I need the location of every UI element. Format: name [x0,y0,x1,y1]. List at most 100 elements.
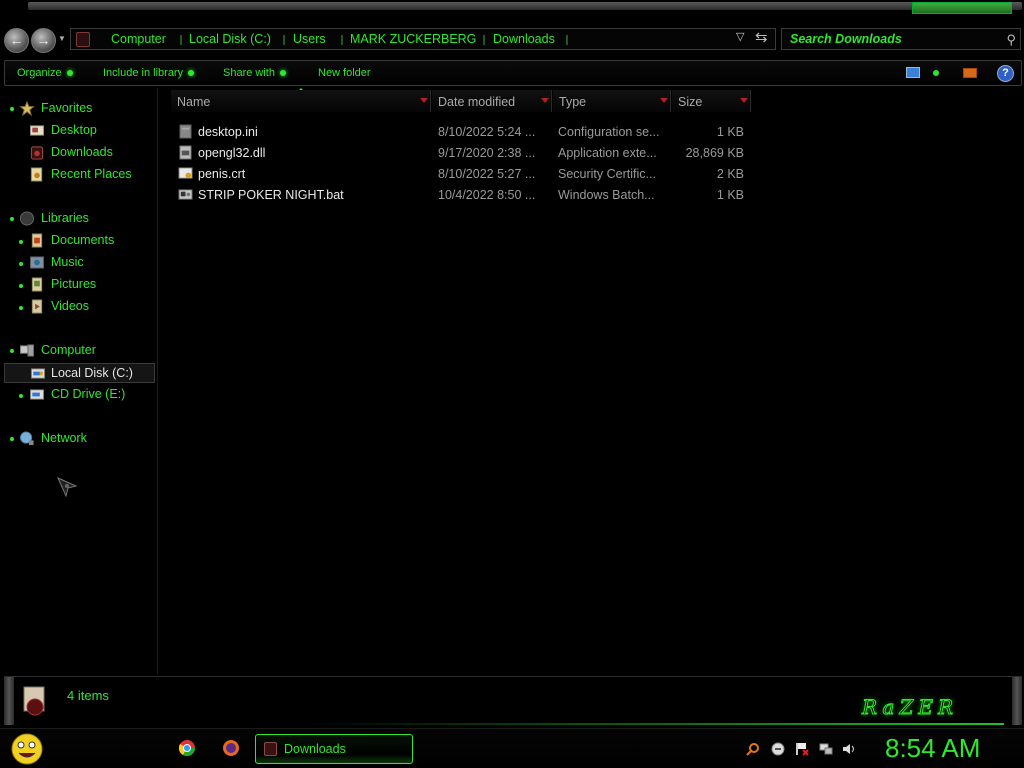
window-controls[interactable] [912,2,1012,14]
glow-divider [304,723,1004,725]
include-in-library-button[interactable]: Include in library [103,67,195,79]
file-row[interactable]: STRIP POKER NIGHT.bat 10/4/2022 8:50 ...… [174,185,754,205]
file-row[interactable]: opengl32.dll 9/17/2020 2:38 ... Applicat… [174,143,754,163]
music-icon [29,256,45,269]
network-tray-icon[interactable] [819,742,833,756]
start-button-smiley-icon[interactable] [8,731,46,767]
recent-places-icon [30,167,43,182]
volume-icon[interactable] [842,742,856,756]
new-folder-button[interactable]: New folder [318,67,371,79]
nav-documents[interactable]: Documents [29,231,149,251]
downloads-folder-icon [264,742,277,756]
file-name: opengl32.dll [198,146,266,160]
expand-dot-icon[interactable] [10,349,14,353]
dropdown-dot-icon [66,70,73,77]
nav-downloads[interactable]: Downloads [29,143,149,163]
expand-dot-icon[interactable] [10,437,14,441]
downloads-folder-icon [76,32,90,47]
nav-documents-label: Documents [51,233,115,247]
nav-recent-places-label: Recent Places [51,167,132,181]
column-dropdown-icon[interactable] [541,98,549,103]
expand-dot-icon[interactable] [19,240,23,244]
certificate-file-icon [178,167,193,179]
forward-button[interactable]: → [31,28,56,53]
expand-dot-icon[interactable] [19,284,23,288]
nav-recent-places[interactable]: Recent Places [29,165,154,185]
pictures-icon [31,277,43,292]
back-button[interactable]: ← [4,28,29,53]
file-date: 8/10/2022 5:27 ... [438,167,536,181]
view-options-dot-icon[interactable] [933,70,939,76]
search-input[interactable]: Search Downloads [790,32,902,46]
column-date-modified[interactable]: Date modified [432,90,552,112]
expand-dot-icon[interactable] [19,262,23,266]
column-dropdown-icon[interactable] [740,98,748,103]
expand-dot-icon[interactable] [10,107,14,111]
change-view-icon[interactable] [906,67,920,78]
column-dropdown-icon[interactable] [660,98,668,103]
column-name[interactable]: Name [171,90,431,112]
share-with-button[interactable]: Share with [223,67,286,79]
taskbar-clock[interactable]: 8:54 AM [885,733,980,764]
details-pane-edge [4,677,14,725]
address-dropdown-icon[interactable]: ▽ [736,30,744,43]
nav-pictures-label: Pictures [51,277,97,291]
expand-dot-icon[interactable] [19,394,23,398]
column-type[interactable]: Type [553,90,671,112]
nav-desktop[interactable]: Desktop [29,121,149,141]
breadcrumb-user-folder[interactable]: MARK ZUCKERBERG [350,32,476,46]
organize-button[interactable]: Organize [17,67,73,79]
messenger-tray-icon[interactable] [771,742,785,756]
column-dropdown-icon[interactable] [420,98,428,103]
dropdown-dot-icon [188,70,195,77]
search-box[interactable]: Search Downloads ⚲ [781,28,1021,50]
nav-favorites[interactable]: Favorites [19,99,149,119]
share-with-label: Share with [223,67,275,79]
nav-libraries[interactable]: Libraries [19,209,149,229]
nav-cd-drive[interactable]: CD Drive (E:) [29,385,149,405]
breadcrumb-separator[interactable] [283,35,285,45]
address-bar[interactable]: Computer Local Disk (C:) Users MARK ZUCK… [70,28,776,50]
breadcrumb-separator[interactable] [566,35,568,45]
expand-dot-icon[interactable] [10,217,14,221]
breadcrumb-separator[interactable] [483,35,485,45]
file-row[interactable]: desktop.ini 8/10/2022 5:24 ... Configura… [174,122,754,142]
search-tray-icon[interactable] [746,742,760,756]
chrome-icon[interactable] [178,739,196,757]
network-icon [19,431,34,446]
breadcrumb-downloads[interactable]: Downloads [493,32,555,46]
file-date: 8/10/2022 5:24 ... [438,125,536,139]
breadcrumb-computer[interactable]: Computer [111,32,166,46]
action-center-flag-icon[interactable] [795,742,809,756]
breadcrumb-local-disk[interactable]: Local Disk (C:) [189,32,271,46]
expand-dot-icon[interactable] [19,306,23,310]
firefox-icon[interactable] [222,739,240,757]
file-size: 2 KB [716,167,744,181]
breadcrumb-separator[interactable] [341,35,343,45]
nav-music[interactable]: Music [29,253,149,273]
file-type: Security Certific... [558,167,656,181]
file-name: STRIP POKER NIGHT.bat [198,188,344,202]
breadcrumb-separator[interactable] [180,35,182,45]
search-icon[interactable]: ⚲ [1006,32,1016,48]
nav-computer[interactable]: Computer [19,341,149,361]
config-file-icon [179,124,192,139]
address-row: ← → ▼ Computer Local Disk (C:) Users MAR… [0,26,1024,54]
file-row[interactable]: penis.crt 8/10/2022 5:27 ... Security Ce… [174,164,754,184]
nav-network[interactable]: Network [19,429,149,449]
nav-videos[interactable]: Videos [29,297,149,317]
column-size[interactable]: Size [672,90,751,112]
breadcrumb-users[interactable]: Users [293,32,326,46]
refresh-icon[interactable]: ⇆ [755,28,768,46]
file-type: Windows Batch... [558,188,655,202]
window-title-bar[interactable] [28,2,1022,10]
preview-pane-icon[interactable] [963,68,977,78]
nav-local-disk[interactable]: Local Disk (C:) [4,363,155,383]
recent-locations-chevron-icon[interactable]: ▼ [58,34,66,43]
taskbar-downloads-window[interactable]: Downloads [255,734,413,764]
nav-favorites-label: Favorites [41,101,93,115]
help-button[interactable]: ? [997,65,1014,82]
nav-pictures[interactable]: Pictures [29,275,149,295]
nav-videos-label: Videos [51,299,89,313]
local-disk-icon [30,368,46,379]
